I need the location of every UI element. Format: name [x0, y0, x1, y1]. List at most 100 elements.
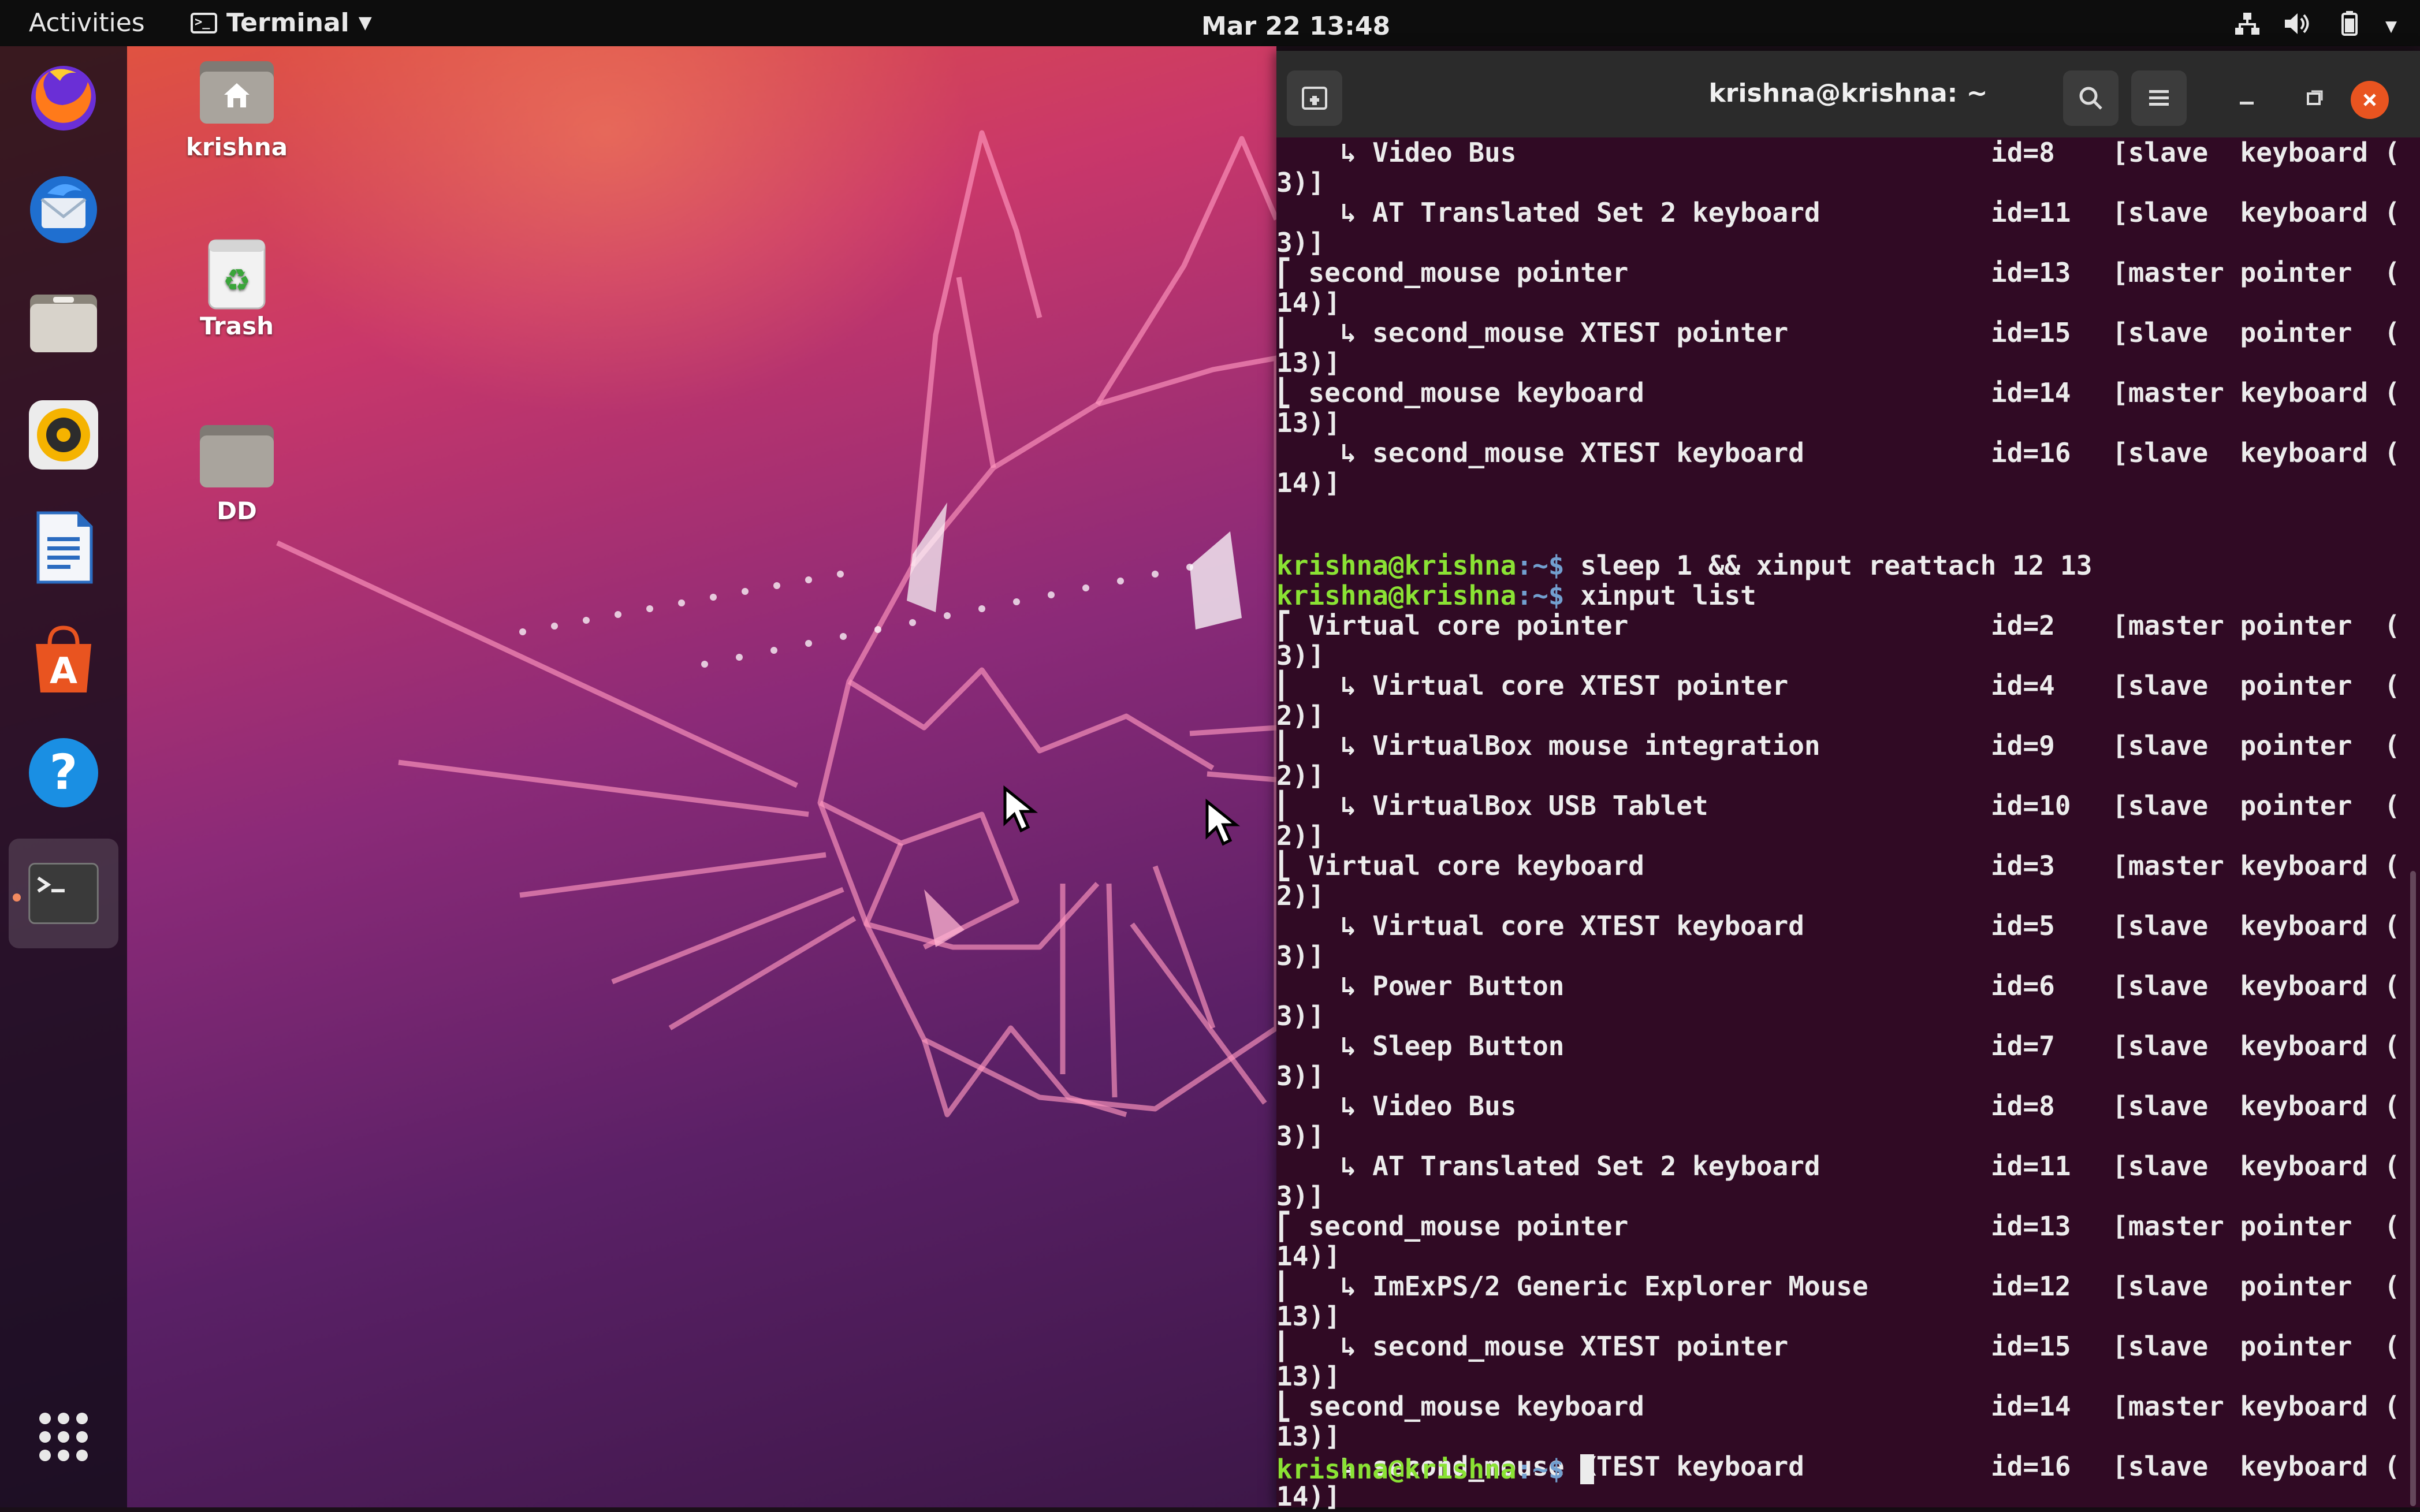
device-id: id=5 [1991, 910, 2055, 941]
mouse-pointer-icon [1003, 785, 1241, 846]
device-type: [slave pointer ( [2112, 670, 2400, 701]
minimize-button[interactable] [2224, 75, 2270, 121]
rhythmbox-icon[interactable] [24, 396, 103, 474]
device-row-continuation: 3)] [1276, 1180, 1325, 1212]
prompt-path: :~$ [1516, 550, 1565, 581]
device-id: id=2 [1991, 610, 2055, 641]
device-id: id=11 [1991, 197, 2071, 228]
terminal-output[interactable]: ↳ Video Bus id=8 [slave keyboard (3)] ↳ AT… [1276, 137, 2420, 1511]
device-name: ⎜ ↳ VirtualBox USB Tablet [1276, 790, 1708, 821]
device-row-continuation: 2)] [1276, 760, 1325, 791]
dock: A ? [0, 46, 127, 1507]
device-id: id=15 [1991, 1331, 2071, 1362]
device-row-continuation: 14)] [1276, 1241, 1341, 1272]
desktop-icon-trash[interactable]: ♻ Trash [162, 237, 312, 340]
device-type: [master pointer ( [2112, 1211, 2400, 1242]
device-row: ⎡ Virtual core pointer id=2 [master pointe… [1276, 610, 2408, 640]
device-row-continuation: 3)] [1276, 640, 1325, 671]
minimize-icon [2240, 102, 2254, 105]
device-id: id=6 [1991, 970, 2055, 1001]
device-id: id=8 [1991, 137, 2055, 168]
desktop-icon-label: Trash [200, 312, 274, 340]
svg-text:?: ? [50, 744, 78, 800]
command-text: sleep 1 && xinput reattach 12 13 [1564, 550, 2093, 581]
device-id: id=9 [1991, 730, 2055, 761]
prompt-path: :~$ [1516, 580, 1565, 611]
device-name: ↳ Sleep Button [1276, 1030, 1565, 1062]
device-type: [slave keyboard ( [2112, 1030, 2400, 1062]
home-folder-icon [196, 58, 277, 127]
device-name: ↳ second_mouse XTEST keyboard [1276, 437, 1804, 468]
terminal-icon: >_ [191, 13, 217, 33]
chevron-down-icon: ▼ [358, 13, 372, 33]
device-id: id=13 [1991, 257, 2071, 288]
desktop-icon-krishna[interactable]: krishna [162, 58, 312, 161]
terminal-window[interactable]: krishna@krishna: ~ ↳ Video Bus id=8 [slave… [1276, 51, 2420, 1511]
system-tray[interactable]: ▼ [2234, 8, 2397, 45]
device-type: [slave keyboard ( [2112, 1451, 2400, 1482]
device-row-continuation: 2)] [1276, 700, 1325, 731]
device-type: [slave pointer ( [2112, 1331, 2400, 1362]
desktop-icon-label: krishna [185, 133, 288, 161]
menu-button[interactable] [2131, 70, 2187, 126]
device-type: [slave keyboard ( [2112, 197, 2400, 228]
device-row: ⎜ ↳ VirtualBox USB Tablet id=10 [slave poi… [1276, 791, 2408, 821]
device-name: ⎣ Virtual core keyboard [1276, 850, 1644, 881]
prompt-user: krishna@krishna [1276, 550, 1517, 581]
device-row: ↳ Video Bus id=8 [slave keyboard ( [1276, 137, 2408, 167]
device-type: [slave keyboard ( [2112, 910, 2400, 941]
terminal-icon[interactable] [9, 839, 118, 948]
device-row-continuation: 14)] [1276, 287, 1341, 318]
libreoffice-writer-icon[interactable] [24, 508, 103, 587]
terminal-headerbar[interactable]: krishna@krishna: ~ [1276, 51, 2420, 137]
prompt-line[interactable]: krishna@krishna:~$ [1276, 1454, 1595, 1484]
device-id: id=12 [1991, 1271, 2071, 1302]
device-name: ⎜ ↳ ImExPS/2 Generic Explorer Mouse [1276, 1271, 1868, 1302]
device-type: [slave keyboard ( [2112, 970, 2400, 1001]
network-icon [2234, 12, 2261, 42]
device-row-continuation: 13)] [1276, 1301, 1341, 1332]
device-id: id=13 [1991, 1211, 2071, 1242]
chevron-down-icon: ▼ [2385, 18, 2397, 35]
device-row-continuation: 2)] [1276, 820, 1325, 851]
device-type: [slave keyboard ( [2112, 1150, 2400, 1182]
device-row: ↳ AT Translated Set 2 keyboard id=11 [slav… [1276, 1151, 2408, 1181]
command-line: krishna@krishna:~$ sleep 1 && xinput rea… [1276, 550, 2092, 580]
device-row: ↳ Sleep Button id=7 [slave keyboard ( [1276, 1031, 2408, 1061]
device-row-continuation: 3)] [1276, 1060, 1325, 1092]
firefox-icon[interactable] [24, 58, 103, 136]
device-row: ⎜ ↳ second_mouse XTEST pointer id=15 [slav… [1276, 1331, 2408, 1361]
thunderbird-icon[interactable] [24, 170, 103, 249]
device-type: [slave pointer ( [2112, 730, 2400, 761]
command-line: krishna@krishna:~$ xinput list [1276, 580, 1756, 610]
activities-button[interactable]: Activities [29, 5, 145, 42]
clock[interactable]: Mar 22 13:48 [1201, 8, 1390, 45]
search-icon [2079, 87, 2102, 110]
scrollbar[interactable] [2410, 871, 2416, 1506]
device-row-continuation: 14)] [1276, 1481, 1341, 1512]
close-button[interactable] [2351, 81, 2389, 119]
device-id: id=10 [1991, 790, 2071, 821]
battery-icon [2336, 10, 2362, 43]
show-applications-icon[interactable] [24, 1398, 103, 1476]
ubuntu-software-icon[interactable]: A [24, 621, 103, 699]
files-icon[interactable] [24, 283, 103, 362]
device-id: id=11 [1991, 1150, 2071, 1182]
device-name: ⎣ second_mouse keyboard [1276, 1391, 1644, 1422]
search-button[interactable] [2063, 70, 2119, 126]
top-bar: Activities >_ Terminal ▼ Mar 22 13:48 ▼ [0, 0, 2420, 46]
device-row: ⎡ second_mouse pointer id=13 [master point… [1276, 258, 2408, 288]
device-id: id=4 [1991, 670, 2055, 701]
device-row-continuation: 13)] [1276, 1421, 1341, 1452]
device-row-continuation: 3)] [1276, 940, 1325, 971]
device-row: ⎡ second_mouse pointer id=13 [master point… [1276, 1211, 2408, 1241]
device-id: id=16 [1991, 1451, 2071, 1482]
app-menu-terminal[interactable]: >_ Terminal ▼ [191, 5, 372, 42]
maximize-button[interactable] [2291, 75, 2337, 121]
device-type: [slave keyboard ( [2112, 137, 2400, 168]
device-id: id=8 [1991, 1090, 2055, 1122]
desktop-icon-dd[interactable]: DD [162, 422, 312, 525]
help-icon[interactable]: ? [24, 733, 103, 812]
device-row-continuation: 3)] [1276, 1120, 1325, 1152]
device-row-continuation: 14)] [1276, 467, 1341, 498]
